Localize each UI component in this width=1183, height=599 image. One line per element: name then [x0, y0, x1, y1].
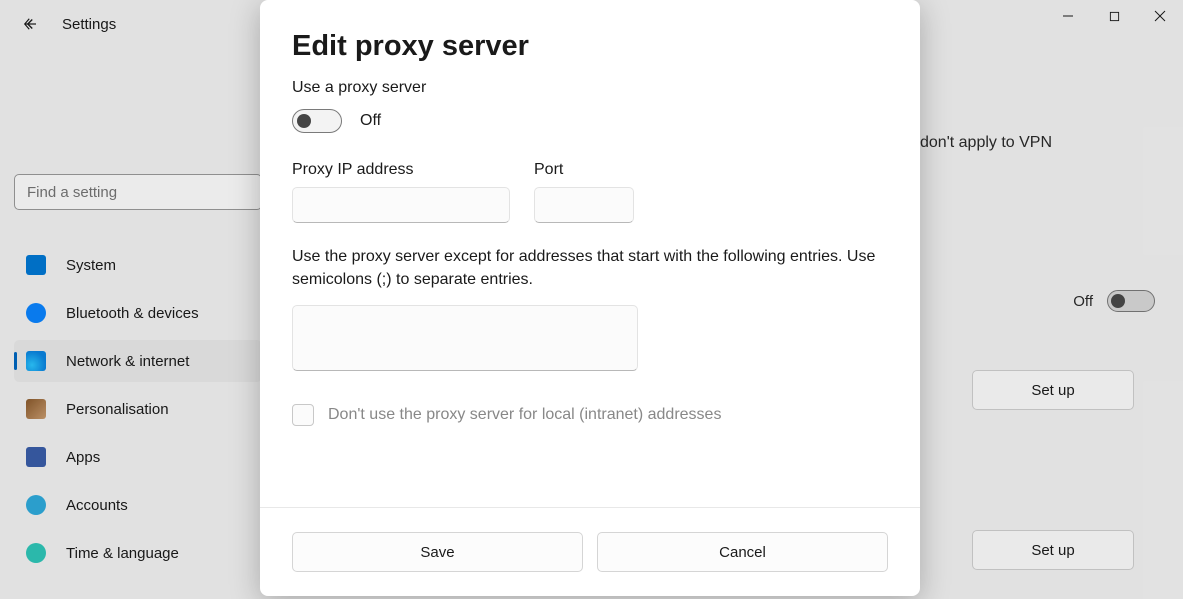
edit-proxy-dialog: Edit proxy server Use a proxy server Off…	[260, 0, 920, 596]
use-proxy-toggle-state: Off	[360, 112, 381, 130]
save-button-label: Save	[420, 544, 454, 561]
use-proxy-label: Use a proxy server	[292, 79, 888, 97]
local-bypass-checkbox[interactable]	[292, 404, 314, 426]
proxy-ip-label: Proxy IP address	[292, 161, 510, 179]
proxy-ip-input[interactable]	[292, 187, 510, 223]
exceptions-help-text: Use the proxy server except for addresse…	[292, 245, 888, 291]
proxy-port-input[interactable]	[534, 187, 634, 223]
local-bypass-label: Don't use the proxy server for local (in…	[328, 406, 721, 424]
cancel-button[interactable]: Cancel	[597, 532, 888, 572]
cancel-button-label: Cancel	[719, 544, 766, 561]
exceptions-input[interactable]	[292, 305, 638, 371]
save-button[interactable]: Save	[292, 532, 583, 572]
proxy-port-label: Port	[534, 161, 634, 179]
dialog-title: Edit proxy server	[292, 30, 888, 63]
dialog-footer: Save Cancel	[260, 507, 920, 596]
use-proxy-toggle[interactable]	[292, 109, 342, 133]
